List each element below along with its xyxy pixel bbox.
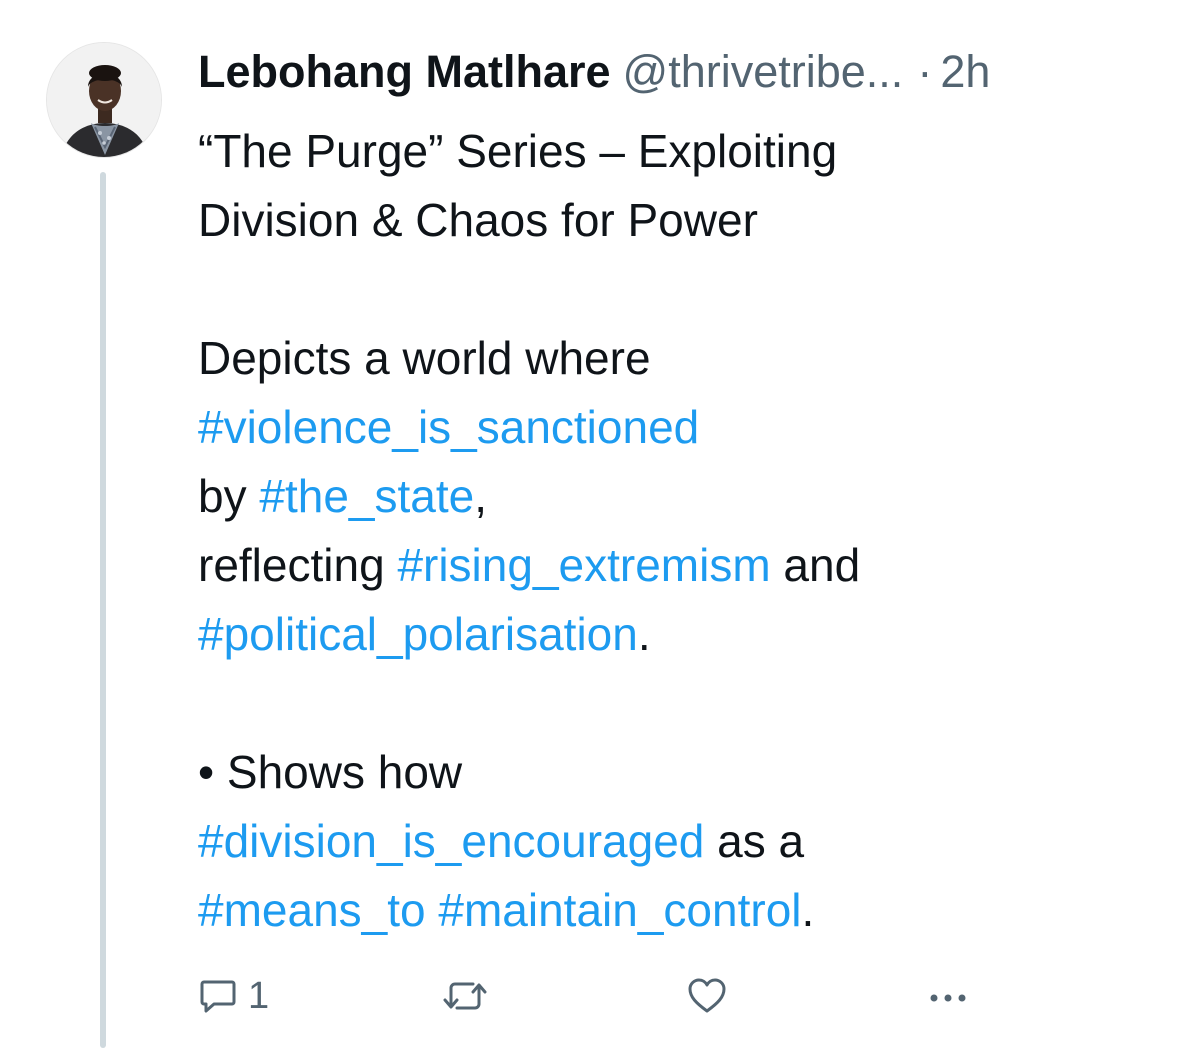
text-line: by #the_state, — [198, 462, 1158, 531]
text-line: Division & Chaos for Power — [198, 186, 1158, 255]
final-period-text: . — [801, 884, 815, 936]
title-line-2: Division & Chaos for Power — [198, 194, 758, 246]
comma-text: , — [474, 470, 487, 522]
hashtag-division-is-encouraged[interactable]: #division_is_encouraged — [198, 815, 704, 867]
reply-count: 1 — [248, 974, 270, 1017]
tweet-text: “The Purge” Series – Exploiting Division… — [198, 117, 1158, 945]
period-text: . — [637, 608, 651, 660]
text-line: reflecting #rising_extremism and — [198, 531, 1158, 600]
like-button[interactable] — [686, 966, 728, 1026]
more-button[interactable] — [926, 966, 970, 1026]
title-line-1: “The Purge” Series – Exploiting — [198, 125, 838, 177]
reply-icon — [198, 976, 238, 1016]
more-icon — [926, 976, 970, 1016]
author-handle[interactable]: @thrivetribe... — [623, 46, 904, 97]
hashtag-political-polarisation[interactable]: #political_polarisation — [198, 608, 638, 660]
reflecting-text: reflecting — [198, 539, 398, 591]
text-line: Depicts a world where — [198, 324, 1158, 393]
author-name[interactable]: Lebohang Matlhare — [198, 46, 611, 97]
avatar[interactable] — [46, 42, 162, 158]
text-line: • Shows how — [198, 738, 1158, 807]
separator-dot: · — [917, 46, 933, 97]
as-a-text: as a — [704, 815, 805, 867]
text-line: #political_polarisation. — [198, 600, 1158, 669]
paragraph-break — [198, 255, 1158, 324]
timestamp[interactable]: 2h — [940, 46, 990, 97]
by-text: by — [198, 470, 260, 522]
retweet-button[interactable] — [443, 966, 487, 1026]
reply-button[interactable]: 1 — [198, 966, 269, 1026]
bullet-text: • Shows how — [198, 746, 463, 798]
text-line: “The Purge” Series – Exploiting — [198, 117, 1158, 186]
avatar-image — [47, 43, 161, 157]
hashtag-means-to[interactable]: #means_to — [198, 884, 426, 936]
text-line: #means_to #maintain_control. — [198, 876, 1158, 945]
depicts-text: Depicts a world where — [198, 332, 651, 384]
heart-icon — [686, 976, 728, 1016]
hashtag-the-state[interactable]: #the_state — [259, 470, 474, 522]
text-line: #division_is_encouraged as a — [198, 807, 1158, 876]
retweet-icon — [443, 976, 487, 1016]
and-text: and — [770, 539, 861, 591]
text-line: #violence_is_sanctioned — [198, 393, 1158, 462]
hashtag-rising-extremism[interactable]: #rising_extremism — [397, 539, 770, 591]
tweet-header: Lebohang Matlhare @thrivetribe... · 2h — [198, 42, 990, 102]
tweet: Lebohang Matlhare @thrivetribe... · 2h “The… — [0, 0, 1200, 1048]
paragraph-break — [198, 669, 1158, 738]
thread-line — [100, 172, 106, 1048]
space-text — [426, 884, 439, 936]
action-bar: 1 — [198, 966, 998, 1026]
hashtag-violence-is-sanctioned[interactable]: #violence_is_sanctioned — [198, 401, 699, 453]
hashtag-maintain-control[interactable]: #maintain_control — [438, 884, 801, 936]
